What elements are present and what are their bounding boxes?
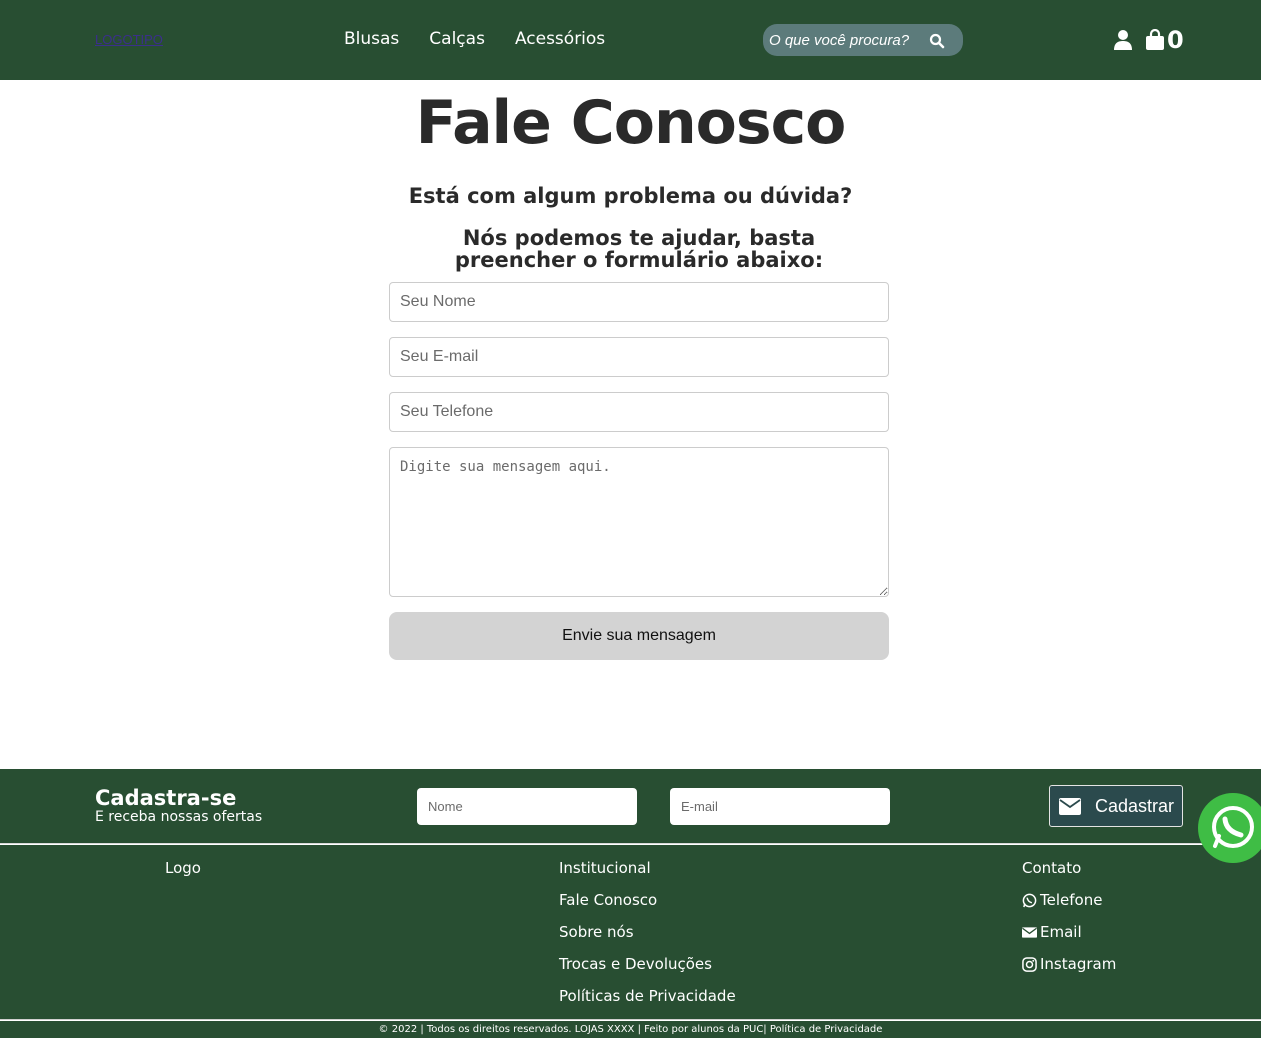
page-subtitle-help: Nós podemos te ajudar, basta preencher o… <box>454 226 824 272</box>
footer-link-email[interactable]: Email <box>1022 916 1116 948</box>
newsletter-subtitle: E receba nossas ofertas <box>95 809 263 825</box>
newsletter-title: Cadastra-se <box>95 786 237 810</box>
footer-col-logo: Logo <box>165 852 201 884</box>
footer-link-instagram[interactable]: Instagram <box>1022 948 1116 980</box>
footer-logo: Logo <box>165 859 201 877</box>
nav-item-blusas[interactable]: Blusas <box>344 29 399 49</box>
whatsapp-icon <box>1212 806 1254 848</box>
logo-link[interactable]: LOGOTIPO <box>95 32 163 47</box>
search-icon[interactable] <box>929 33 945 49</box>
main-nav: Blusas Calças Acessórios <box>344 29 605 49</box>
cart-count: 0 <box>1167 26 1184 54</box>
footer-link-politicas[interactable]: Políticas de Privacidade <box>559 980 736 1012</box>
footer-link-trocas[interactable]: Trocas e Devoluções <box>559 948 736 980</box>
phone-field[interactable] <box>389 392 889 432</box>
instagram-icon <box>1022 956 1037 972</box>
send-message-button[interactable]: Envie sua mensagem <box>389 612 889 660</box>
footer-telefone-label: Telefone <box>1040 891 1103 909</box>
whatsapp-icon <box>1022 893 1037 907</box>
footer-email-label: Email <box>1040 923 1082 941</box>
search-box <box>763 24 963 56</box>
whatsapp-float-button[interactable] <box>1198 793 1261 863</box>
footer-heading-contato: Contato <box>1022 859 1082 877</box>
footer-instagram-label: Instagram <box>1040 955 1117 973</box>
page-subtitle-question: Está com algum problema ou dúvida? <box>408 184 853 208</box>
site-header: LOGOTIPO Blusas Calças Acessórios 0 <box>0 0 1261 80</box>
footer-col-institucional: Institucional Fale Conosco Sobre nós Tro… <box>559 852 736 1012</box>
footer-link-sobre-nos[interactable]: Sobre nós <box>559 916 736 948</box>
copyright-bar: © 2022 | Todos os direitos reservados. L… <box>0 1021 1261 1038</box>
nav-item-calcas[interactable]: Calças <box>429 29 485 49</box>
user-icon[interactable] <box>1113 29 1133 51</box>
envelope-icon <box>1022 926 1037 938</box>
newsletter-email-input[interactable] <box>670 788 890 825</box>
nav-item-acessorios[interactable]: Acessórios <box>515 29 605 49</box>
envelope-icon <box>1059 797 1081 815</box>
footer-col-contato: Contato Telefone Email Instagram <box>1022 852 1116 980</box>
page-title: Fale Conosco <box>415 88 847 158</box>
newsletter-name-input[interactable] <box>417 788 637 825</box>
footer-link-telefone[interactable]: Telefone <box>1022 884 1116 916</box>
message-textarea[interactable] <box>389 447 889 597</box>
subscribe-button-label: Cadastrar <box>1095 795 1175 816</box>
subscribe-button[interactable]: Cadastrar <box>1049 785 1183 827</box>
search-input[interactable] <box>763 31 923 49</box>
email-field[interactable] <box>389 337 889 377</box>
footer-heading-institucional: Institucional <box>559 859 651 877</box>
name-field[interactable] <box>389 282 889 322</box>
footer-link-fale-conosco[interactable]: Fale Conosco <box>559 884 736 916</box>
shopping-bag-icon[interactable] <box>1145 29 1165 51</box>
